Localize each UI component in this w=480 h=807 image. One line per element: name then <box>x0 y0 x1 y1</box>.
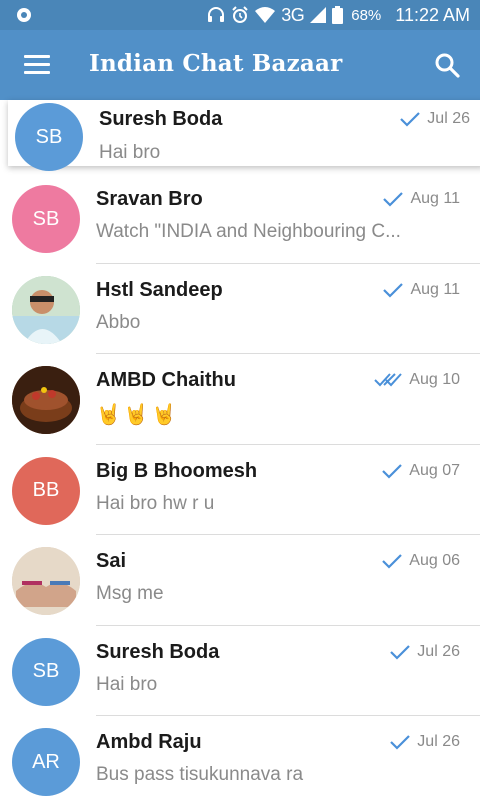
message-date: Aug 07 <box>409 461 460 479</box>
contact-name: Suresh Boda <box>96 640 220 663</box>
message-date: Jul 26 <box>417 642 460 660</box>
message-meta: Aug 10 <box>374 371 460 389</box>
app-title: Indian Chat Bazaar <box>89 50 343 77</box>
avatar[interactable]: SB <box>15 103 83 171</box>
wifi-icon <box>255 7 276 23</box>
contact-name: Hstl Sandeep <box>96 278 223 301</box>
notification-icon <box>17 8 31 22</box>
avatar[interactable]: BB <box>12 456 80 525</box>
check-icon <box>390 735 411 750</box>
check-icon <box>383 282 404 298</box>
chat-row[interactable]: Sai Msg me Aug 06 <box>0 535 480 626</box>
last-message: Msg me <box>96 583 164 604</box>
message-meta: Jul 26 <box>390 643 460 661</box>
message-meta: Jul 26 <box>390 733 460 751</box>
clock: 11:22 AM <box>395 4 470 25</box>
message-meta: Aug 11 <box>383 281 460 299</box>
last-message: Watch "INDIA and Neighbouring C... <box>96 221 401 242</box>
check-icon <box>383 192 404 207</box>
message-date: Aug 06 <box>409 552 460 569</box>
message-date: Aug 11 <box>410 190 460 207</box>
chat-row[interactable]: AMBD Chaithu 🤘🤘🤘 Aug 10 <box>0 354 480 445</box>
chat-row[interactable]: BB Big B Bhoomesh Hai bro hw r u Aug 07 <box>0 445 480 535</box>
avatar[interactable] <box>12 547 80 615</box>
last-message: Abbo <box>96 311 141 333</box>
avatar[interactable]: AR <box>12 728 80 796</box>
contact-name: Sravan Bro <box>96 188 203 210</box>
contact-name: Big B Bhoomesh <box>96 459 258 482</box>
chat-row[interactable]: SB Sravan Bro Watch "INDIA and Neighbourin… <box>0 173 480 264</box>
message-date: Aug 10 <box>409 371 460 388</box>
status-bar: 3G 68% 11:22 AM <box>0 0 480 30</box>
message-meta: Aug 11 <box>383 190 460 208</box>
last-message: Hai bro <box>96 673 158 695</box>
message-date: Jul 26 <box>427 110 470 127</box>
message-meta: Jul 26 <box>400 110 470 128</box>
double-check-icon <box>374 373 403 387</box>
avatar[interactable]: SB <box>12 637 80 706</box>
last-message: Hai bro hw r u <box>96 492 215 514</box>
status-icons: 3G 68% 11:22 AM <box>207 0 470 30</box>
toolbar: Indian Chat Bazaar <box>0 30 480 100</box>
message-meta: Aug 06 <box>382 552 460 570</box>
check-icon <box>390 644 411 660</box>
last-message: 🤘🤘🤘 <box>96 404 180 426</box>
contact-name: Sai <box>96 550 127 572</box>
contact-name: Suresh Boda <box>99 108 223 130</box>
message-date: Jul 26 <box>417 733 460 750</box>
message-date: Aug 11 <box>410 280 460 298</box>
last-message: Hai bro <box>99 142 161 163</box>
headphones-icon <box>208 7 225 22</box>
last-message: Bus pass tisukunnava ra <box>96 764 304 785</box>
chat-row[interactable]: AR Ambd Raju Bus pass tisukunnava ra Jul 26 <box>0 716 480 807</box>
signal-icon <box>310 7 327 23</box>
alarm-icon <box>232 6 248 23</box>
avatar[interactable] <box>12 275 80 344</box>
avatar[interactable]: SB <box>12 185 80 253</box>
check-icon <box>382 463 403 479</box>
check-icon <box>382 554 403 569</box>
battery-icon <box>332 6 344 24</box>
avatar[interactable] <box>12 366 80 434</box>
chat-row[interactable]: Hstl Sandeep Abbo Aug 11 <box>0 264 480 354</box>
battery-percent: 68% <box>351 6 382 24</box>
chat-row[interactable]: SB Suresh Boda Hai bro Jul 26 <box>8 100 480 171</box>
chat-row[interactable]: SB Suresh Boda Hai bro Jul 26 <box>0 626 480 716</box>
search-icon[interactable] <box>434 52 460 78</box>
message-meta: Aug 07 <box>382 462 460 480</box>
check-icon <box>400 112 421 127</box>
network-type: 3G <box>281 4 305 25</box>
menu-icon[interactable] <box>24 55 50 75</box>
chat-list: SB Suresh Boda Hai bro Jul 26 SB Sravan Bro Wa… <box>0 100 480 807</box>
contact-name: AMBD Chaithu <box>96 369 236 391</box>
contact-name: Ambd Raju <box>96 731 202 753</box>
